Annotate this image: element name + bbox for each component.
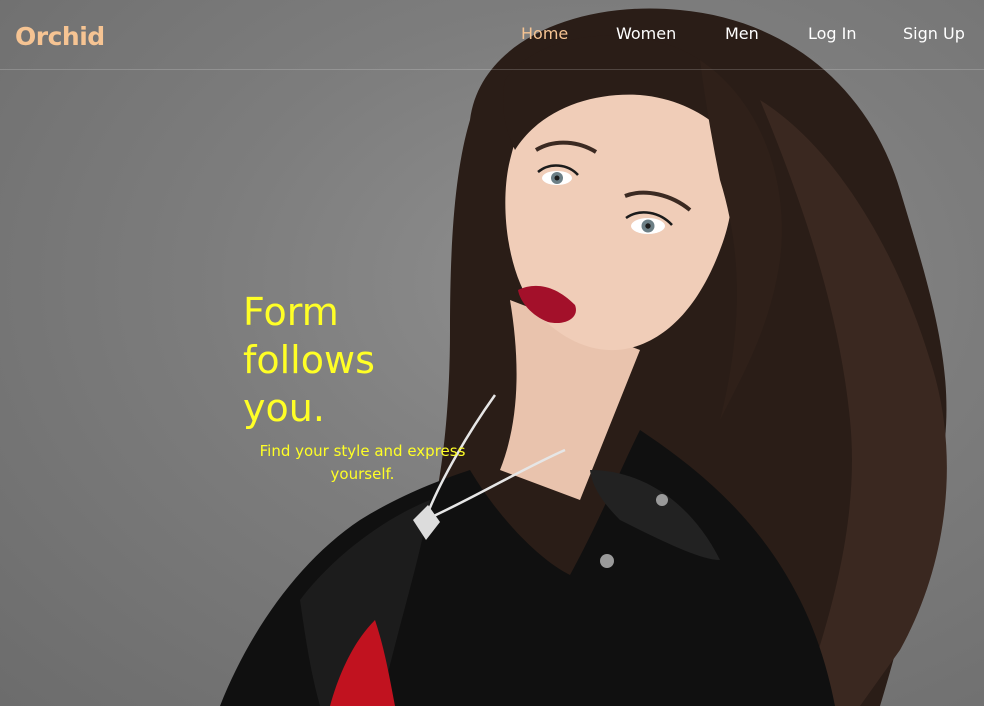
headline-line: follows [243,338,375,382]
hero-tagline: Find your style and express yourself. [259,442,466,483]
hero-model-image [220,8,947,706]
nav-link-men[interactable]: Men [725,24,759,43]
nav-link-home[interactable]: Home [521,24,568,43]
headline-line: Form [243,290,339,334]
nav-link-women[interactable]: Women [616,24,676,43]
brand-logo[interactable]: Orchid [15,22,105,51]
top-navbar: Orchid Home Women Men Log In Sign Up [0,0,984,70]
hero-section: Orchid Home Women Men Log In Sign Up For… [0,0,984,706]
nav-link-signup[interactable]: Sign Up [903,24,965,43]
headline-line: you. [243,386,325,430]
hero-headline: Form follows you. [243,288,423,432]
nav-link-login[interactable]: Log In [808,24,857,43]
